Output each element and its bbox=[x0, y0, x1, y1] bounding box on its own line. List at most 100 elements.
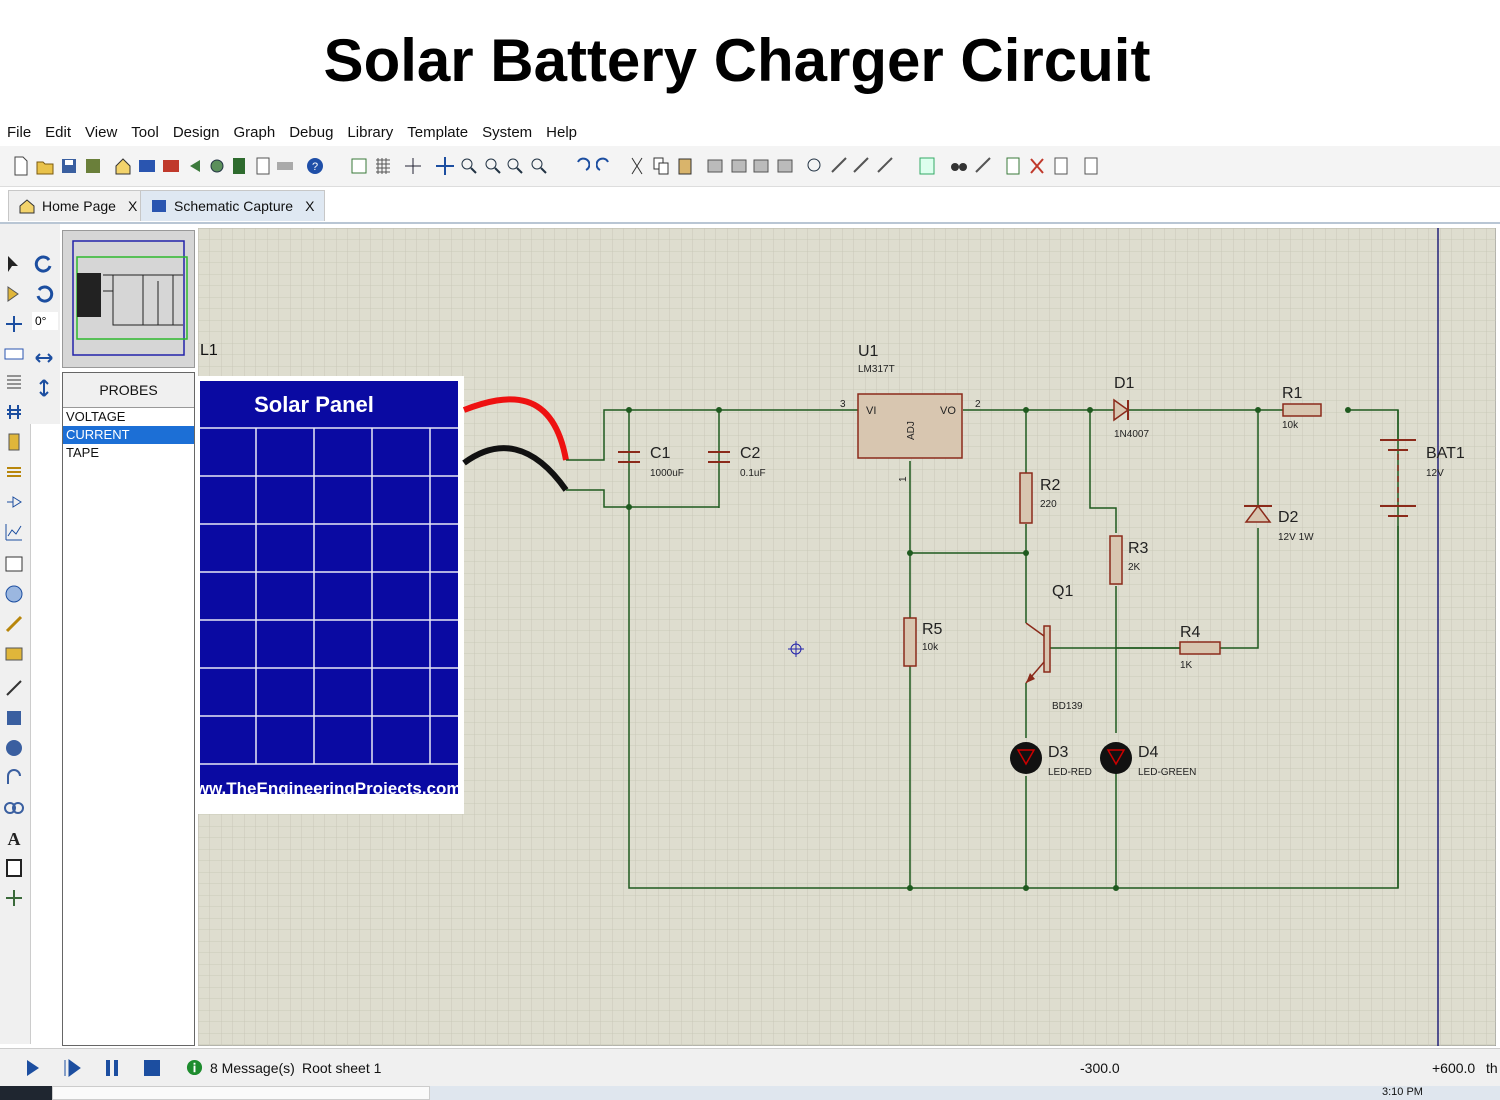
overview-window[interactable] bbox=[62, 230, 195, 368]
tab-home-page[interactable]: Home Page X bbox=[8, 190, 149, 221]
package-tool-icon[interactable] bbox=[852, 156, 870, 176]
menu-tool[interactable]: Tool bbox=[124, 124, 166, 141]
menu-graph[interactable]: Graph bbox=[227, 124, 283, 141]
circle-tool-icon[interactable] bbox=[4, 738, 24, 758]
undo-icon[interactable] bbox=[572, 156, 590, 176]
cut-icon[interactable] bbox=[628, 156, 646, 176]
terminals-icon[interactable] bbox=[4, 462, 24, 482]
arc-tool-icon[interactable] bbox=[4, 768, 24, 788]
menu-file[interactable]: File bbox=[0, 124, 38, 141]
zoom-in-icon[interactable] bbox=[460, 156, 478, 176]
menu-system[interactable]: System bbox=[475, 124, 539, 141]
menu-template[interactable]: Template bbox=[400, 124, 475, 141]
pause-icon[interactable] bbox=[102, 1058, 122, 1078]
new-file-icon[interactable] bbox=[12, 156, 30, 176]
copy-icon[interactable] bbox=[652, 156, 670, 176]
path-tool-icon[interactable] bbox=[4, 798, 24, 818]
solar-panel[interactable]: Solar Panel www.TheEngineeringProjects.c… bbox=[198, 376, 464, 814]
device-pins-icon[interactable] bbox=[4, 492, 24, 512]
component-mode-icon[interactable] bbox=[4, 284, 24, 304]
isis-icon[interactable] bbox=[138, 156, 156, 176]
probe-tape[interactable]: TAPE bbox=[63, 444, 194, 462]
graph-mode-icon[interactable] bbox=[4, 522, 24, 542]
schematic-canvas[interactable]: L1 Solar Panel www.TheEngineeringProject… bbox=[198, 228, 1496, 1046]
decompose-icon[interactable] bbox=[876, 156, 894, 176]
buses-icon[interactable] bbox=[4, 402, 24, 422]
rotate-clockwise-icon[interactable] bbox=[34, 254, 54, 274]
menu-debug[interactable]: Debug bbox=[282, 124, 340, 141]
step-icon[interactable] bbox=[62, 1058, 82, 1078]
home-icon[interactable] bbox=[114, 156, 132, 176]
menu-library[interactable]: Library bbox=[340, 124, 400, 141]
open-folder-icon[interactable] bbox=[36, 156, 54, 176]
box-tool-icon[interactable] bbox=[4, 708, 24, 728]
rotation-angle-field[interactable]: 0° bbox=[32, 312, 58, 330]
u1-pin-vo: VO bbox=[940, 405, 956, 417]
refresh-icon[interactable] bbox=[350, 156, 368, 176]
block-delete-icon[interactable] bbox=[776, 156, 794, 176]
subcircuit-icon[interactable] bbox=[4, 432, 24, 452]
mirror-y-icon[interactable] bbox=[34, 378, 54, 398]
generator-icon[interactable] bbox=[4, 584, 24, 604]
ares-icon[interactable] bbox=[162, 156, 180, 176]
close-icon[interactable]: X bbox=[128, 198, 137, 214]
make-device-icon[interactable] bbox=[830, 156, 848, 176]
text-script-icon[interactable] bbox=[4, 372, 24, 392]
gear-icon[interactable] bbox=[208, 156, 226, 176]
message-count[interactable]: 8 Message(s) bbox=[210, 1060, 295, 1076]
start-area[interactable] bbox=[0, 1086, 52, 1100]
solar-panel-watermark: www.TheEngineeringProjects.com bbox=[198, 779, 461, 798]
taskbar-search[interactable] bbox=[52, 1086, 430, 1100]
u1-pin3-number: 3 bbox=[840, 399, 846, 410]
exit-to-parent-icon[interactable] bbox=[1052, 156, 1070, 176]
close-icon[interactable]: X bbox=[305, 198, 314, 214]
menu-help[interactable]: Help bbox=[539, 124, 584, 141]
pan-icon[interactable] bbox=[436, 156, 454, 176]
line-tool-icon[interactable] bbox=[4, 678, 24, 698]
probe-voltage[interactable]: VOLTAGE bbox=[63, 408, 194, 426]
zoom-all-icon[interactable] bbox=[506, 156, 524, 176]
play-icon[interactable] bbox=[22, 1058, 42, 1078]
tape-recorder-icon[interactable] bbox=[4, 554, 24, 574]
wire-autorouter-icon[interactable] bbox=[918, 156, 936, 176]
redo-icon[interactable] bbox=[596, 156, 614, 176]
probe-current[interactable]: CURRENT bbox=[63, 426, 194, 444]
voltage-probe-icon[interactable] bbox=[4, 614, 24, 634]
zoom-area-icon[interactable] bbox=[530, 156, 548, 176]
grid-icon[interactable] bbox=[374, 156, 392, 176]
wire-label-icon[interactable] bbox=[4, 344, 24, 364]
junction-dot-icon[interactable] bbox=[4, 314, 24, 334]
selection-mode-icon[interactable] bbox=[4, 254, 24, 274]
origin-icon[interactable] bbox=[404, 156, 422, 176]
remove-sheet-icon[interactable] bbox=[1028, 156, 1046, 176]
menu-view[interactable]: View bbox=[78, 124, 124, 141]
text-tool-icon[interactable]: A bbox=[4, 828, 24, 848]
property-tool-icon[interactable] bbox=[974, 156, 992, 176]
zoom-out-icon[interactable] bbox=[484, 156, 502, 176]
marker-tool-icon[interactable] bbox=[4, 888, 24, 908]
schematic-drawing[interactable]: L1 Solar Panel www.TheEngineeringProject… bbox=[198, 228, 1496, 1046]
import-icon[interactable] bbox=[84, 156, 102, 176]
virtual-instrument-icon[interactable] bbox=[4, 644, 24, 664]
search-tag-icon[interactable] bbox=[950, 156, 968, 176]
block-rotate-icon[interactable] bbox=[752, 156, 770, 176]
report-icon[interactable] bbox=[1082, 156, 1100, 176]
menu-edit[interactable]: Edit bbox=[38, 124, 78, 141]
bom-icon[interactable] bbox=[230, 156, 248, 176]
menu-design[interactable]: Design bbox=[166, 124, 227, 141]
pick-device-icon[interactable] bbox=[806, 156, 824, 176]
mirror-x-icon[interactable] bbox=[34, 348, 54, 368]
block-copy-icon[interactable] bbox=[706, 156, 724, 176]
block-move-icon[interactable] bbox=[730, 156, 748, 176]
rotate-anticlockwise-icon[interactable] bbox=[34, 284, 54, 304]
help-icon[interactable]: ? bbox=[306, 156, 324, 176]
layout-icon[interactable] bbox=[276, 156, 294, 176]
paste-icon[interactable] bbox=[676, 156, 694, 176]
symbol-tool-icon[interactable] bbox=[4, 858, 24, 878]
script-icon[interactable] bbox=[254, 156, 272, 176]
tab-schematic-capture[interactable]: Schematic Capture X bbox=[140, 190, 326, 221]
back-icon[interactable] bbox=[186, 156, 204, 176]
new-sheet-icon[interactable] bbox=[1004, 156, 1022, 176]
save-icon[interactable] bbox=[60, 156, 78, 176]
stop-icon[interactable] bbox=[142, 1058, 162, 1078]
